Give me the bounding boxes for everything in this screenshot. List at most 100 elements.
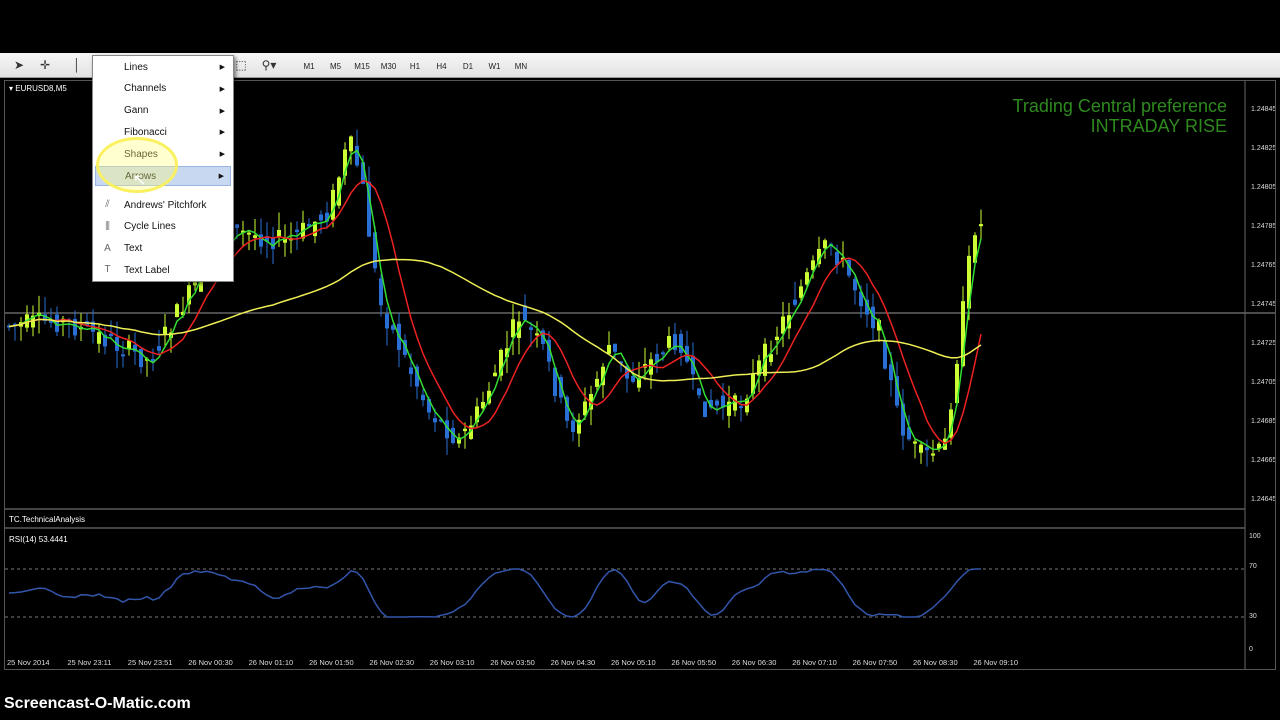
candle-body [919, 444, 923, 453]
timeframe-h1[interactable]: H1 [402, 57, 428, 75]
candle-body [493, 372, 497, 377]
vertical-line-icon[interactable]: │ [68, 56, 86, 74]
time-label: 25 Nov 23:51 [127, 658, 173, 667]
candle-body [535, 333, 539, 336]
menu-item-label: Text Label [124, 264, 170, 276]
rsi-level-30: 30 [1249, 613, 1257, 620]
timeframe-d1[interactable]: D1 [455, 57, 481, 75]
cursor-icon[interactable]: ➤ [10, 56, 28, 74]
candle-body [571, 420, 575, 432]
rsi-line [8, 568, 981, 618]
candle-body [295, 229, 299, 233]
pitchfork-icon: ⫽ [105, 199, 110, 210]
candle-body [355, 145, 359, 166]
candle-body [925, 447, 929, 451]
time-label: 26 Nov 03:10 [429, 658, 475, 667]
candle-body [277, 229, 281, 238]
time-label: 26 Nov 01:50 [309, 658, 354, 667]
candle-body [823, 240, 827, 249]
time-label: 26 Nov 04:30 [550, 658, 596, 667]
menu-item-andrews-pitchfork[interactable]: ⫽ Andrews' Pitchfork [95, 195, 231, 215]
menu-item-gann[interactable]: Gann ▶ [95, 101, 231, 121]
candle-body [679, 333, 683, 353]
time-label: 25 Nov 23:11 [67, 658, 112, 667]
candle-body [157, 346, 161, 351]
menu-item-label: Lines [124, 61, 148, 73]
menu-item-shapes[interactable]: Shapes ▶ [95, 144, 231, 164]
timeframe-m30[interactable]: M30 [376, 57, 402, 75]
candle-body [163, 326, 167, 334]
cycle-lines-icon: ⫼ [105, 220, 110, 232]
watermark: Screencast-O-Matic.com [4, 695, 191, 712]
submenu-arrow-icon: ▶ [219, 151, 225, 159]
objects-dropdown-icon[interactable]: ⚲▾ [256, 56, 282, 74]
timeframe-h4[interactable]: H4 [429, 57, 455, 75]
price-label: 1.24725 [1251, 340, 1276, 347]
price-label: 1.24825 [1251, 145, 1276, 152]
text-icon: A [104, 242, 111, 254]
time-label: 26 Nov 06:30 [731, 658, 777, 667]
candle-body [775, 336, 779, 341]
timeframe-w1[interactable]: W1 [482, 57, 508, 75]
candle-body [853, 279, 857, 291]
submenu-arrow-icon: ▶ [219, 107, 225, 115]
time-label: 26 Nov 02:30 [369, 658, 415, 667]
price-label: 1.24685 [1251, 418, 1276, 425]
time-label: 26 Nov 05:50 [671, 658, 717, 667]
timeframe-m5[interactable]: M5 [323, 57, 349, 75]
crosshair-icon[interactable]: ✛ [36, 56, 54, 74]
candle-body [127, 340, 131, 350]
text-label-icon: T [104, 264, 111, 276]
menu-item-arrows[interactable]: Arrows ▶ [95, 166, 231, 186]
candle-body [385, 313, 389, 329]
price-label: 1.24845 [1251, 106, 1276, 113]
price-label: 1.24705 [1251, 379, 1276, 386]
price-label: 1.24745 [1251, 301, 1276, 308]
candle-body [433, 418, 437, 423]
candle-body [409, 367, 413, 375]
candle-body [631, 375, 635, 382]
menu-item-label: Shapes [124, 148, 158, 160]
time-label: 25 Nov 2014 [7, 658, 50, 667]
rsi-level-70: 70 [1249, 563, 1257, 570]
menu-item-text[interactable]: A Text [95, 239, 231, 259]
menu-item-label: Cycle Lines [124, 221, 176, 233]
candle-body [97, 332, 101, 344]
submenu-arrow-icon: ▶ [219, 85, 225, 93]
candle-body [889, 364, 893, 381]
candle-body [697, 388, 701, 396]
candle-body [463, 428, 467, 432]
price-axis: 1.24845 1.24825 1.24805 1.24785 1.24765 1.247… [1245, 81, 1276, 511]
price-label: 1.24665 [1251, 457, 1276, 464]
menu-item-cycle-lines[interactable]: ⫼ Cycle Lines [95, 217, 231, 237]
candle-body [613, 343, 617, 352]
menu-item-lines[interactable]: Lines ▶ [95, 57, 231, 77]
candle-body [703, 401, 707, 417]
menu-item-fibonacci[interactable]: Fibonacci ▶ [95, 122, 231, 142]
candle-body [331, 189, 335, 220]
candle-body [739, 406, 743, 409]
candle-body [193, 282, 197, 286]
price-label: 1.24805 [1251, 184, 1276, 191]
timeframe-mn[interactable]: MN [508, 57, 534, 75]
time-label: 26 Nov 09:10 [973, 658, 1019, 667]
indicator-title: TC.TechnicalAnalysis [9, 515, 86, 524]
candle-body [595, 378, 599, 387]
candle-body [529, 327, 533, 330]
candle-body [379, 278, 383, 306]
mouse-pointer-icon: ↖ [133, 172, 147, 189]
candle-body [109, 333, 113, 337]
drawing-tools-icon[interactable]: ⬚ [234, 56, 248, 74]
candle-body [667, 335, 671, 348]
menu-item-label: Text [124, 243, 143, 255]
rsi-level-100: 100 [1249, 533, 1261, 540]
timeframe-m1[interactable]: M1 [296, 57, 322, 75]
menu-item-text-label[interactable]: T Text Label [95, 260, 231, 280]
candle-body [511, 319, 515, 338]
timeframe-m15[interactable]: M15 [349, 57, 375, 75]
menu-item-label: Andrews' Pitchfork [124, 199, 207, 211]
menu-item-label: Channels [124, 83, 167, 95]
menu-item-channels[interactable]: Channels ▶ [95, 79, 231, 99]
time-label: 26 Nov 07:10 [792, 658, 837, 667]
candle-body [883, 341, 887, 369]
